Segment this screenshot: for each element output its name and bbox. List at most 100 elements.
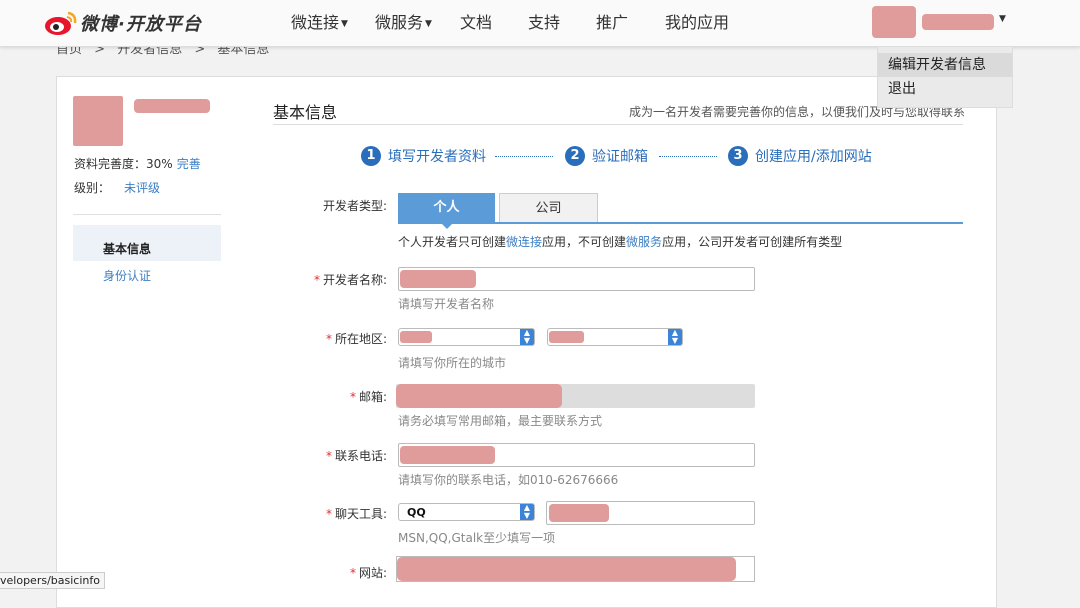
- chat-tool-select[interactable]: QQ ▲ ▼: [398, 503, 535, 521]
- step-2: 2 验证邮箱: [565, 146, 648, 166]
- tab-underline: [398, 222, 963, 224]
- phone-label: * 联系电话:: [267, 447, 387, 464]
- developer-name: [134, 99, 210, 113]
- sidebar-item-basic-info[interactable]: 基本信息: [73, 225, 221, 261]
- menu-item-edit-developer-info[interactable]: 编辑开发者信息: [878, 53, 1012, 77]
- completeness-value: 30%: [146, 157, 173, 171]
- user-avatar[interactable]: [872, 6, 916, 38]
- developer-name-input[interactable]: [398, 267, 755, 291]
- developer-level: 级别： 未评级: [74, 179, 160, 196]
- divider: [273, 124, 963, 125]
- weibo-logo[interactable]: 微博·开放平台: [44, 9, 202, 37]
- nav-label: 微服务: [375, 13, 424, 32]
- nav-item-my-apps[interactable]: 我的应用: [665, 0, 729, 46]
- sidebar-item-identity-verification[interactable]: 身份认证: [103, 267, 151, 284]
- step-label: 创建应用/添加网站: [755, 149, 872, 165]
- phone-hint: 请填写你的联系电话，如010-62676666: [398, 473, 619, 487]
- redacted-value: [396, 384, 562, 408]
- step-3: 3 创建应用/添加网站: [728, 146, 872, 166]
- required-mark: *: [349, 566, 356, 580]
- field-label: 邮箱:: [358, 390, 387, 404]
- select-arrows-icon: ▲ ▼: [520, 329, 534, 345]
- user-dropdown-menu: 编辑开发者信息 退出: [877, 46, 1013, 108]
- field-label: 开发者名称:: [322, 273, 387, 287]
- website-label: * 网站:: [267, 564, 387, 581]
- dev-type-note: 个人开发者只可创建微连接应用，不可创建微服务应用，公司开发者可创建所有类型: [398, 233, 842, 250]
- step-number: 3: [728, 146, 748, 166]
- tab-pointer-icon: [442, 224, 452, 229]
- required-mark: *: [325, 507, 332, 521]
- step-1: 1 填写开发者资料: [361, 146, 486, 166]
- note-link-weifuwu[interactable]: 微服务: [626, 235, 662, 249]
- chat-label: * 聊天工具:: [267, 505, 387, 522]
- profile-completeness: 资料完善度：30% 完善: [74, 155, 201, 172]
- field-label: 所在地区:: [334, 332, 387, 346]
- browser-status-url: velopers/basicinfo: [0, 572, 105, 589]
- weibo-eye-icon: [44, 10, 78, 36]
- logo-text: 微博·开放平台: [80, 14, 202, 35]
- redacted-value: [400, 446, 495, 464]
- nav-item-docs[interactable]: 文档: [460, 0, 492, 46]
- redacted-value: [549, 331, 584, 343]
- field-label: 联系电话:: [334, 449, 387, 463]
- menu-item-logout[interactable]: 退出: [878, 77, 1012, 101]
- chevron-down-icon: ▼: [425, 18, 432, 29]
- complete-profile-link[interactable]: 完善: [177, 157, 201, 171]
- field-label: 网站:: [358, 566, 387, 580]
- chevron-down-icon: ▼: [341, 18, 348, 29]
- select-arrows-icon: ▲ ▼: [520, 504, 534, 520]
- required-mark: *: [313, 273, 320, 287]
- divider: [73, 214, 221, 215]
- level-value-link[interactable]: 未评级: [124, 181, 160, 195]
- section-title: 基本信息: [273, 103, 338, 122]
- field-label: 聊天工具:: [334, 507, 387, 521]
- province-select[interactable]: ▲ ▼: [398, 328, 535, 346]
- nav-item-weilianjie[interactable]: 微连接 ▼: [291, 0, 348, 46]
- tab-personal[interactable]: 个人: [398, 193, 495, 223]
- note-link-weilianjie[interactable]: 微连接: [506, 235, 542, 249]
- chat-hint: MSN,QQ,Gtalk至少填写一项: [398, 531, 556, 545]
- required-mark: *: [349, 390, 356, 404]
- chevron-down-icon[interactable]: ▼: [999, 14, 1006, 24]
- select-arrows-icon: ▲ ▼: [668, 329, 682, 345]
- redacted-value: [549, 504, 609, 522]
- note-text: 个人开发者只可创建: [398, 235, 507, 249]
- step-connector: [659, 156, 717, 157]
- city-select[interactable]: ▲ ▼: [547, 328, 683, 346]
- sidebar-item-label: 基本信息: [103, 242, 152, 256]
- required-mark: *: [325, 332, 332, 346]
- phone-input[interactable]: [398, 443, 755, 467]
- name-hint: 请填写开发者名称: [398, 297, 495, 311]
- dev-type-label: 开发者类型:: [322, 199, 387, 213]
- redacted-value: [400, 270, 476, 288]
- redacted-value: [397, 557, 736, 581]
- region-label: * 所在地区:: [267, 330, 387, 347]
- nav-label: 微连接: [291, 13, 340, 32]
- chat-account-input[interactable]: [546, 501, 755, 525]
- name-label: * 开发者名称:: [267, 271, 387, 288]
- required-mark: *: [325, 449, 332, 463]
- step-label: 验证邮箱: [592, 149, 648, 165]
- completeness-label: 资料完善度：: [74, 157, 147, 171]
- select-value: QQ: [407, 506, 426, 519]
- note-text: 应用，公司开发者可创建所有类型: [662, 235, 843, 249]
- top-navigation-bar: 微博·开放平台 微连接 ▼ 微服务 ▼ 文档 支持 推广 我的应用 ▼: [0, 0, 1080, 47]
- note-text: 应用，不可创建: [542, 235, 627, 249]
- step-number: 2: [565, 146, 585, 166]
- tab-company[interactable]: 公司: [499, 193, 598, 223]
- step-connector: [495, 156, 553, 157]
- website-input[interactable]: [396, 556, 755, 582]
- nav-item-support[interactable]: 支持: [528, 0, 560, 46]
- region-hint: 请填写你所在的城市: [398, 356, 507, 370]
- step-label: 填写开发者资料: [388, 149, 486, 165]
- email-hint: 请务必填写常用邮箱，最主要联系方式: [398, 414, 603, 428]
- nav-item-promote[interactable]: 推广: [596, 0, 628, 46]
- nav-item-weifuwu[interactable]: 微服务 ▼: [375, 0, 432, 46]
- email-input[interactable]: [396, 384, 755, 408]
- step-number: 1: [361, 146, 381, 166]
- main-panel: 资料完善度：30% 完善 级别： 未评级 基本信息 身份认证 基本信息 成为一名开发…: [56, 76, 997, 608]
- user-name[interactable]: [922, 14, 994, 30]
- email-label: * 邮箱:: [267, 388, 387, 405]
- developer-avatar: [73, 96, 123, 146]
- level-label: 级别：: [74, 181, 111, 195]
